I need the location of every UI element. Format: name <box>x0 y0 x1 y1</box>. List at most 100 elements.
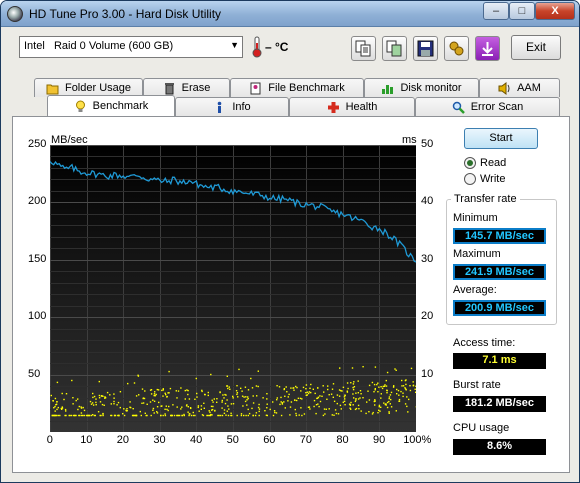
access-time-point <box>83 414 85 417</box>
access-time-point <box>129 406 131 408</box>
access-time-point <box>352 386 354 389</box>
access-time-point <box>269 408 271 411</box>
y-tick-left: 50 <box>28 367 41 380</box>
access-time-point <box>200 405 203 407</box>
read-radio[interactable] <box>464 157 476 169</box>
close-button[interactable]: X <box>535 2 575 20</box>
tab-file-benchmark[interactable]: File Benchmark <box>230 78 364 97</box>
access-time-point <box>242 405 244 407</box>
tab-health[interactable]: Health <box>289 97 415 116</box>
access-time-point <box>317 387 319 389</box>
maximum-value: 241.9 MB/sec <box>453 264 546 280</box>
speaker-icon <box>498 81 510 95</box>
tab-aam[interactable]: AAM <box>479 78 560 97</box>
access-time-point <box>65 410 67 412</box>
access-time-point <box>274 411 276 414</box>
access-time-point <box>56 414 58 417</box>
access-time-point <box>164 414 167 417</box>
copy-screenshot-button[interactable] <box>382 36 407 61</box>
options-button[interactable] <box>444 36 469 61</box>
access-time-point <box>405 389 407 391</box>
access-time-point <box>132 408 134 410</box>
access-time-point <box>95 404 97 406</box>
access-time-point <box>336 402 338 405</box>
access-time-point <box>210 373 212 376</box>
access-time-point <box>400 390 402 393</box>
cpu-usage-label: CPU usage <box>453 422 510 434</box>
y-tick-left: 250 <box>28 138 47 150</box>
start-button[interactable]: Start <box>464 128 538 149</box>
tab-disk-monitor[interactable]: Disk monitor <box>364 78 479 97</box>
access-time-point <box>226 410 228 412</box>
access-time-point <box>266 393 268 395</box>
access-time-point <box>319 400 322 403</box>
access-time-point <box>155 393 157 396</box>
drive-select[interactable]: Intel Raid 0 Volume (600 GB) ▼ <box>19 36 243 58</box>
access-time-point <box>77 398 79 400</box>
title-bar[interactable]: HD Tune Pro 3.00 - Hard Disk Utility – □… <box>1 1 579 27</box>
x-tick: 0 <box>46 434 53 446</box>
access-time-point <box>122 413 124 415</box>
copy-text-button[interactable] <box>351 36 376 61</box>
access-time-point <box>54 410 56 412</box>
x-tick: 70 <box>299 434 313 446</box>
access-time-point <box>362 397 364 399</box>
access-time-point <box>247 397 249 400</box>
exit-button[interactable]: Exit <box>511 35 561 60</box>
access-time-point <box>352 393 354 395</box>
access-time-point <box>238 368 240 371</box>
access-time-point <box>331 388 334 390</box>
read-label: Read <box>480 157 507 169</box>
access-time-point <box>162 388 164 390</box>
access-time-point <box>230 412 232 414</box>
access-time-point <box>192 414 195 417</box>
x-tick: 30 <box>153 434 166 446</box>
access-time-point <box>169 387 172 390</box>
access-time-point <box>286 391 288 393</box>
access-time-point <box>208 410 210 412</box>
access-time-point <box>168 405 170 408</box>
tab-info[interactable]: Info <box>175 97 289 116</box>
access-time-point <box>251 407 253 410</box>
access-time-point <box>248 412 251 415</box>
write-radio[interactable] <box>464 173 476 185</box>
access-time-point <box>290 401 293 403</box>
access-time-point <box>141 388 144 390</box>
access-time-point <box>294 399 296 401</box>
access-time-point <box>221 414 224 417</box>
access-time-point <box>294 408 296 411</box>
access-time-point <box>385 403 387 405</box>
y-tick-left: 150 <box>28 252 47 265</box>
access-time-point <box>262 397 264 399</box>
tab-benchmark[interactable]: Benchmark <box>47 95 175 116</box>
access-time-point <box>327 388 329 391</box>
access-time-point <box>113 400 115 403</box>
maximize-button[interactable]: □ <box>509 2 535 20</box>
average-value: 200.9 MB/sec <box>453 300 546 316</box>
access-time-point <box>71 379 73 382</box>
access-time-point <box>366 401 368 403</box>
access-time-point <box>167 392 169 394</box>
access-time-point <box>319 395 321 397</box>
access-time-point <box>156 406 159 408</box>
access-time-point <box>226 399 228 401</box>
minimum-label: Minimum <box>453 212 498 224</box>
y-tick-right: 30 <box>421 252 434 265</box>
access-time-point <box>52 400 54 402</box>
x-tick: 20 <box>116 434 130 446</box>
save-button[interactable] <box>413 36 438 61</box>
access-time-point <box>203 402 205 404</box>
access-time-point <box>186 389 188 391</box>
access-time-point <box>170 414 172 417</box>
access-time-point <box>98 380 100 383</box>
access-time-point <box>300 407 302 409</box>
minimize-button[interactable]: – <box>483 2 509 20</box>
access-time-point <box>326 398 328 400</box>
info-icon <box>218 101 222 113</box>
tab-error-scan[interactable]: Error Scan <box>415 97 560 116</box>
access-time-point <box>230 414 232 417</box>
burst-rate-value: 181.2 MB/sec <box>453 396 546 412</box>
download-button[interactable] <box>475 36 500 61</box>
access-time-point <box>196 396 198 398</box>
access-time-point <box>180 408 182 410</box>
